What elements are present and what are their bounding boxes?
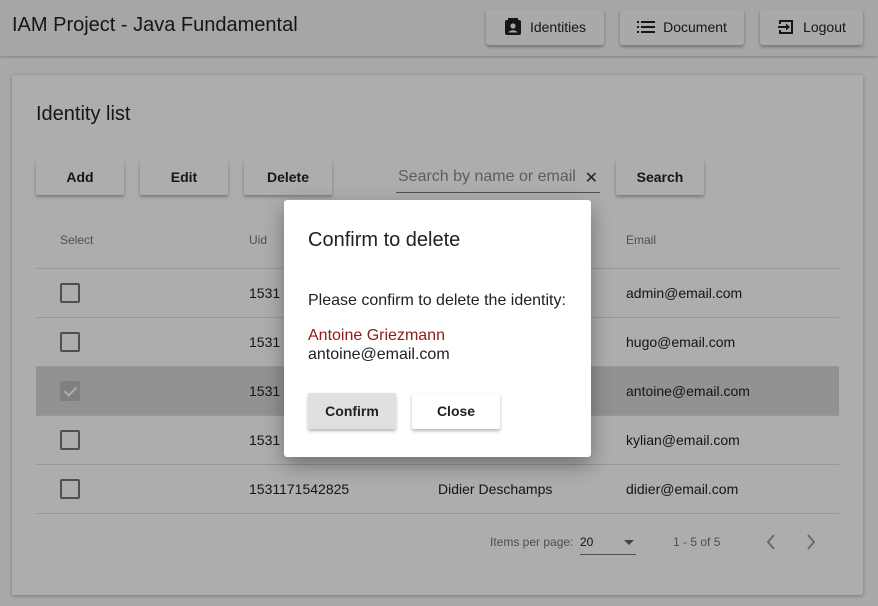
close-button[interactable]: Close — [412, 393, 500, 429]
confirm-button[interactable]: Confirm — [308, 393, 396, 429]
dialog-identity-email: antoine@email.com — [308, 346, 450, 363]
dialog-message: Please confirm to delete the identity: — [308, 292, 566, 309]
dialog-title: Confirm to delete — [308, 229, 461, 251]
confirm-delete-dialog: Confirm to delete Please confirm to dele… — [284, 200, 591, 457]
dialog-identity-name: Antoine Griezmann — [308, 327, 445, 344]
